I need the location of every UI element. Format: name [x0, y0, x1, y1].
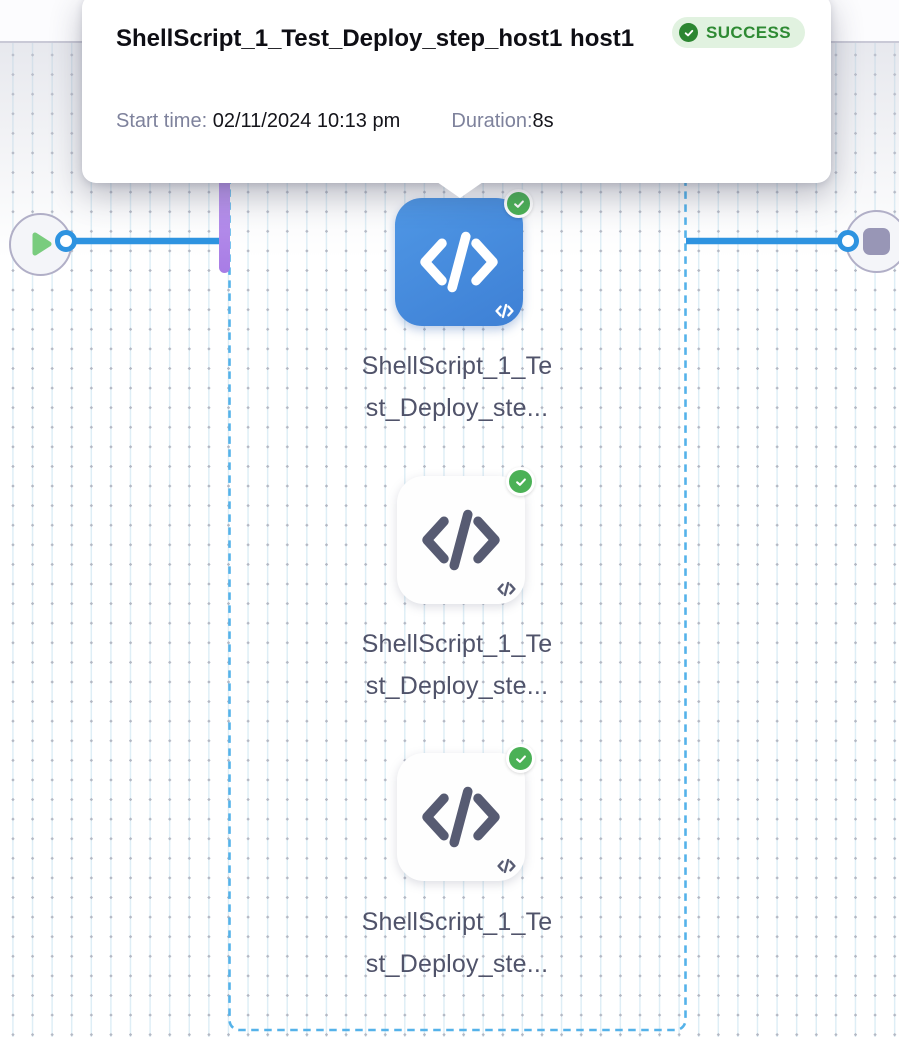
step-label-3: ShellScript_1_Te st_Deploy_ste...	[317, 901, 597, 985]
step-info-tooltip: ShellScript_1_Test_Deploy_step_host1 hos…	[82, 0, 831, 183]
end-connector-port	[837, 230, 859, 252]
start-time-value: 02/11/2024 10:13 pm	[213, 110, 401, 132]
code-icon	[420, 783, 502, 851]
step-label-2: ShellScript_1_Te st_Deploy_ste...	[317, 623, 597, 707]
start-connector-port	[55, 230, 77, 252]
stop-icon	[863, 228, 890, 255]
code-corner-icon	[495, 303, 514, 319]
tooltip-meta-row: Start time: 02/11/2024 10:13 pm Duration…	[116, 110, 554, 133]
success-check-icon	[506, 467, 535, 496]
tooltip-caret	[437, 182, 483, 198]
start-time-label: Start time:	[116, 110, 207, 132]
step-node-2[interactable]	[397, 476, 525, 604]
status-badge: SUCCESS	[672, 17, 805, 48]
step-node-3[interactable]	[397, 753, 525, 881]
step-label-1: ShellScript_1_Te st_Deploy_ste...	[317, 345, 597, 429]
step-node-1[interactable]	[395, 198, 523, 326]
play-icon	[25, 229, 55, 259]
code-corner-icon	[497, 858, 516, 874]
code-icon	[418, 228, 500, 296]
code-corner-icon	[497, 581, 516, 597]
success-check-icon	[504, 189, 533, 218]
check-circle-icon	[679, 23, 698, 42]
tooltip-step-title: ShellScript_1_Test_Deploy_step_host1 hos…	[116, 16, 646, 62]
success-check-icon	[506, 744, 535, 773]
running-progress-bar	[219, 176, 230, 273]
pipeline-execution-canvas[interactable]: ShellScript_1_Te st_Deploy_ste...	[0, 0, 899, 1037]
code-icon	[420, 506, 502, 574]
duration-label: Duration:	[451, 110, 532, 132]
status-badge-label: SUCCESS	[706, 23, 791, 43]
duration-value: 8s	[533, 110, 554, 132]
